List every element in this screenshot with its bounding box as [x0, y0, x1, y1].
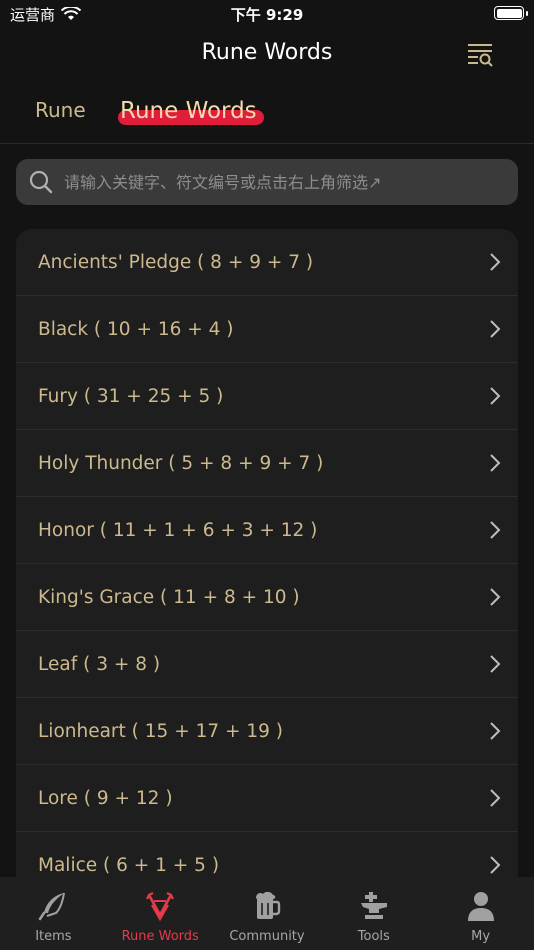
- chevron-right-icon: [490, 655, 501, 673]
- nav-bar: Rune Words: [0, 30, 534, 80]
- list-item[interactable]: Leaf ( 3 + 8 ): [16, 631, 518, 698]
- tabbar-label: Rune Words: [121, 929, 199, 944]
- tabbar-item-my[interactable]: My: [427, 877, 534, 950]
- chevron-right-icon: [490, 387, 501, 405]
- tabbar-label: Items: [35, 929, 72, 944]
- list-item[interactable]: Lore ( 9 + 12 ): [16, 765, 518, 832]
- list-item-label: Lionheart ( 15 + 17 + 19 ): [38, 720, 284, 742]
- tabbar-item-tools[interactable]: Tools: [320, 877, 427, 950]
- rune-words-list: Ancients' Pledge ( 8 + 9 + 7 ) Black ( 1…: [16, 229, 518, 877]
- list-item-label: King's Grace ( 11 + 8 + 10 ): [38, 586, 300, 608]
- search-bar: [16, 159, 518, 205]
- rune-symbol-icon: [146, 892, 175, 922]
- list-item[interactable]: Black ( 10 + 16 + 4 ): [16, 296, 518, 363]
- list-item[interactable]: King's Grace ( 11 + 8 + 10 ): [16, 564, 518, 631]
- chevron-right-icon: [490, 856, 501, 874]
- list-item-label: Fury ( 31 + 25 + 5 ): [38, 385, 224, 407]
- list-item-label: Black ( 10 + 16 + 4 ): [38, 318, 234, 340]
- list-item-label: Ancients' Pledge ( 8 + 9 + 7 ): [38, 251, 314, 273]
- tabbar-item-items[interactable]: Items: [0, 877, 107, 950]
- chevron-right-icon: [490, 588, 501, 606]
- list-item[interactable]: Ancients' Pledge ( 8 + 9 + 7 ): [16, 229, 518, 296]
- tab-rune-words-label: Rune Words: [120, 98, 257, 124]
- battery-icon: [494, 6, 524, 20]
- tabbar-label: Tools: [357, 929, 390, 944]
- list-item-label: Holy Thunder ( 5 + 8 + 9 + 7 ): [38, 452, 324, 474]
- tab-rune[interactable]: Rune: [35, 98, 86, 122]
- page-title: Rune Words: [201, 40, 333, 65]
- list-item-label: Malice ( 6 + 1 + 5 ): [38, 854, 220, 876]
- chevron-right-icon: [490, 789, 501, 807]
- search-icon: [29, 170, 53, 194]
- list-item[interactable]: Malice ( 6 + 1 + 5 ): [16, 832, 518, 877]
- list-item[interactable]: Fury ( 31 + 25 + 5 ): [16, 363, 518, 430]
- chevron-right-icon: [490, 521, 501, 539]
- list-item-label: Lore ( 9 + 12 ): [38, 787, 173, 809]
- battery-cap: [526, 11, 528, 16]
- tabbar-label: Community: [229, 929, 305, 944]
- chevron-right-icon: [490, 722, 501, 740]
- beer-mug-icon: [255, 891, 281, 919]
- list-item[interactable]: Lionheart ( 15 + 17 + 19 ): [16, 698, 518, 765]
- list-item-label: Honor ( 11 + 1 + 6 + 3 + 12 ): [38, 519, 318, 541]
- chevron-right-icon: [490, 320, 501, 338]
- tab-rune-words[interactable]: Rune Words: [120, 98, 257, 124]
- search-input[interactable]: [64, 172, 518, 192]
- chevron-right-icon: [490, 454, 501, 472]
- chevron-right-icon: [490, 253, 501, 271]
- status-bar: 运营商 下午 9:29: [0, 0, 534, 28]
- list-item-label: Leaf ( 3 + 8 ): [38, 653, 161, 675]
- tabbar-item-community[interactable]: Community: [214, 877, 321, 950]
- filter-search-icon[interactable]: [466, 40, 494, 68]
- tabbar-item-rune-words[interactable]: Rune Words: [107, 877, 214, 950]
- anvil-icon: [360, 892, 387, 919]
- tabbar-label: My: [471, 929, 491, 944]
- list-item[interactable]: Honor ( 11 + 1 + 6 + 3 + 12 ): [16, 497, 518, 564]
- feather-icon: [39, 892, 66, 921]
- bottom-tab-bar: Items Rune Words Community Tools My: [0, 877, 534, 950]
- person-icon: [467, 892, 494, 921]
- list-item[interactable]: Holy Thunder ( 5 + 8 + 9 + 7 ): [16, 430, 518, 497]
- status-time: 下午 9:29: [230, 6, 304, 24]
- segment-tabs: Rune Rune Words: [0, 92, 534, 144]
